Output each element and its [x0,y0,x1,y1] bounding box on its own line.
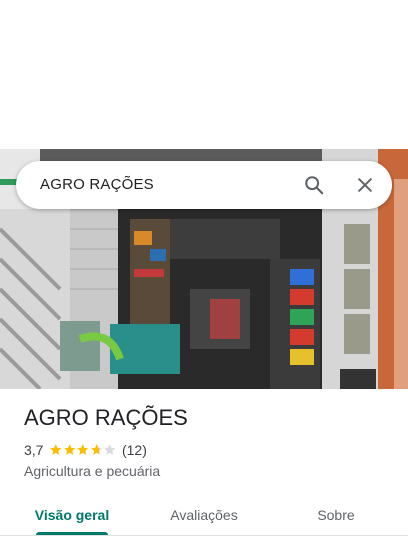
tab-overview[interactable]: Visão geral [24,494,120,536]
tab-about[interactable]: Sobre [296,494,376,536]
star-icon [50,444,62,456]
search-button[interactable] [300,171,328,199]
star-icon [104,444,116,456]
star-icon [77,444,89,456]
reviews-count[interactable]: (12) [122,442,147,458]
star-icon [64,444,76,456]
tabs-divider [0,535,408,536]
rating-value: 3,7 [24,442,44,458]
rating-row[interactable]: 3,7 (12) [24,442,147,458]
tab-reviews[interactable]: Avaliações [156,494,252,536]
blank-area [0,0,408,149]
search-input[interactable]: AGRO RAÇÕES [40,161,154,209]
place-info-panel: AGRO RAÇÕES 3,7 (12) Agricultura e pecuá… [0,389,408,538]
tab-bar: Visão geral Avaliações Sobre [0,494,408,538]
close-button[interactable] [351,171,379,199]
search-bar[interactable]: AGRO RAÇÕES [16,161,392,209]
star-rating [49,443,117,457]
star-icon [91,444,103,456]
place-category[interactable]: Agricultura e pecuária [24,463,160,479]
search-icon [305,176,324,195]
close-icon [358,178,372,192]
place-title: AGRO RAÇÕES [24,405,188,430]
